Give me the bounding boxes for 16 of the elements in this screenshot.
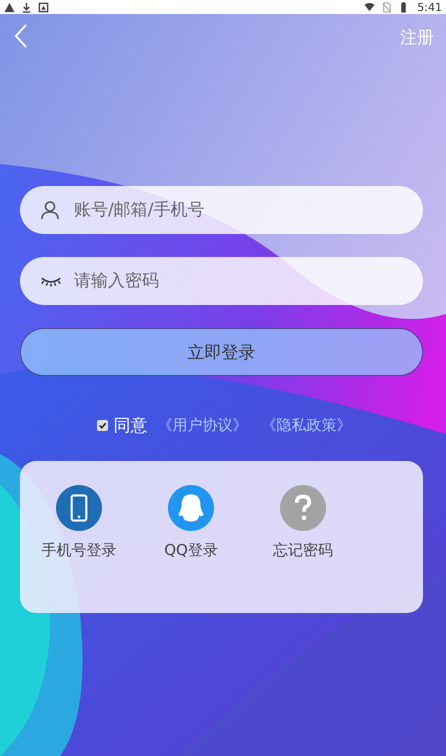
clock-time: 5:41 (417, 0, 442, 14)
image-icon (38, 2, 49, 12)
back-icon (14, 23, 28, 49)
policy-link[interactable]: 《隐私政策》 (262, 416, 352, 435)
account-field[interactable]: 账号/邮箱/手机号 (20, 186, 423, 234)
download-icon (21, 2, 32, 12)
no-sim-icon (381, 2, 392, 12)
login-option[interactable]: 忘记密码 (258, 485, 348, 560)
password-field[interactable]: 请输入密码 (20, 257, 423, 305)
login-button[interactable]: 立即登录 (20, 328, 423, 376)
wifi-icon (364, 2, 376, 12)
agree-checkbox[interactable] (96, 420, 108, 431)
policy-link[interactable]: 《用户协议》 (158, 416, 248, 435)
login-option[interactable]: 手机号登录 (34, 485, 124, 560)
login-option[interactable]: QQ登录 (146, 485, 236, 560)
agree-label: 同意 (114, 415, 148, 437)
